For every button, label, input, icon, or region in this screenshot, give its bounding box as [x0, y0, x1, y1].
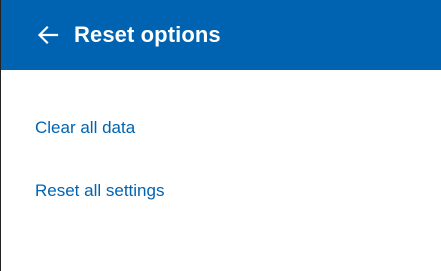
page-title: Reset options: [74, 22, 221, 47]
arrow-left-icon: [37, 25, 59, 45]
reset-options-window: Reset options Clear all data Reset all s…: [0, 0, 441, 271]
reset-all-settings-link[interactable]: Reset all settings: [35, 181, 441, 201]
app-header: Reset options: [1, 0, 441, 70]
options-list: Clear all data Reset all settings: [1, 118, 441, 201]
clear-all-data-link[interactable]: Clear all data: [35, 118, 441, 138]
back-button[interactable]: [33, 20, 63, 50]
